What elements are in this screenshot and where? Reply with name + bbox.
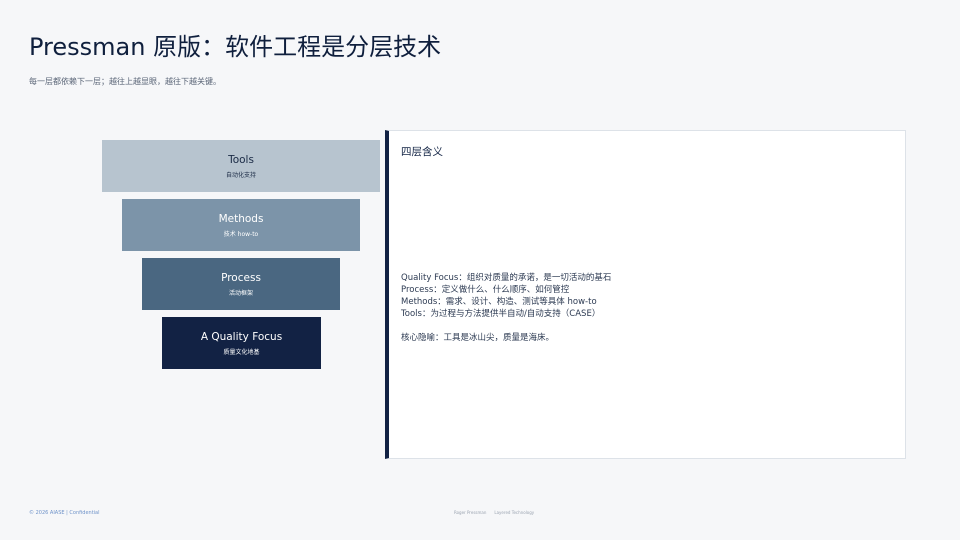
- layer-desc: 自动化支持: [225, 171, 256, 179]
- layer-quality-focus: A Quality Focus 质量文化地基: [162, 317, 321, 369]
- panel-line-process: Process：定义做什么、什么顺序、如何管控: [401, 285, 570, 295]
- panel-title: 四层含义: [401, 146, 443, 158]
- footer-author: Roger Pressman: [454, 510, 487, 515]
- layer-process: Process 活动框架: [142, 258, 340, 310]
- layer-methods: Methods 技术 how-to: [122, 199, 360, 251]
- panel-line-tools: Tools：为过程与方法提供半自动/自动支持（CASE）: [401, 309, 601, 319]
- footer-source: Roger Pressman Layered Technology: [454, 509, 542, 517]
- footer-copyright: © 2026 AIASE | Confidential: [29, 510, 100, 516]
- panel-line-methods: Methods：需求、设计、构造、测试等具体 how-to: [401, 297, 597, 307]
- line-spacer: [401, 320, 611, 332]
- panel-lines: Quality Focus：组织对质量的承诺，是一切活动的基石 Process：…: [401, 272, 611, 344]
- footer-topic: Layered Technology: [494, 510, 535, 515]
- meaning-panel: 四层含义 Quality Focus：组织对质量的承诺，是一切活动的基石 Pro…: [385, 130, 906, 459]
- layer-name: A Quality Focus: [200, 330, 283, 343]
- layer-desc: 质量文化地基: [223, 348, 260, 356]
- layer-tools: Tools 自动化支持: [102, 140, 380, 192]
- panel-note: 核心隐喻：工具是冰山尖，质量是海床。: [401, 333, 555, 343]
- layer-desc: 活动框架: [228, 289, 253, 297]
- layer-name: Methods: [218, 212, 264, 225]
- page-title: Pressman 原版：软件工程是分层技术: [29, 33, 442, 61]
- panel-line-quality: Quality Focus：组织对质量的承诺，是一切活动的基石: [401, 273, 612, 283]
- layer-desc: 技术 how-to: [223, 230, 259, 238]
- layer-name: Tools: [228, 153, 254, 166]
- layer-name: Process: [221, 271, 261, 284]
- page-subtitle: 每一层都依赖下一层；越往上越显眼，越往下越关键。: [29, 77, 221, 86]
